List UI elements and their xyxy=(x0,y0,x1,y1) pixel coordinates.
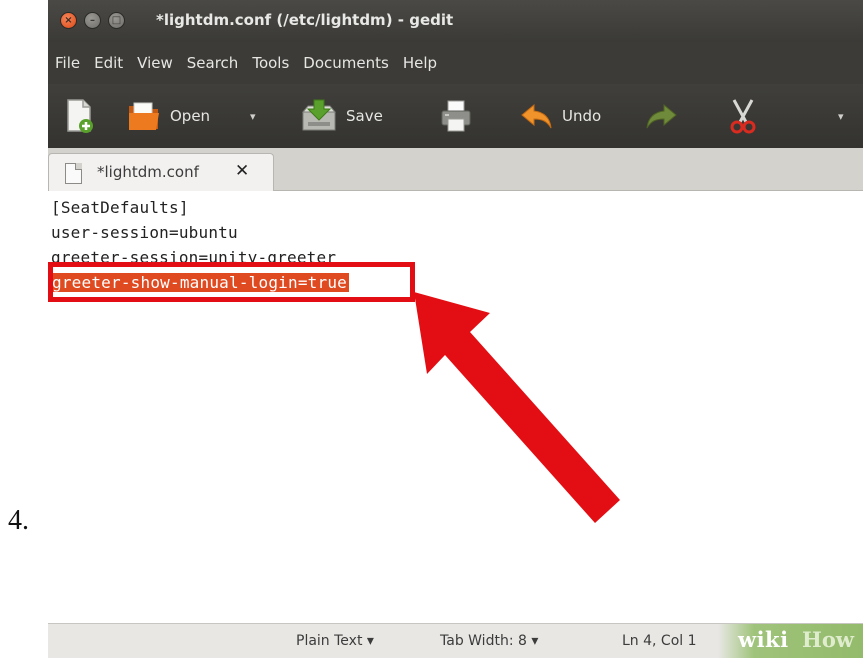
annotation-arrow xyxy=(414,292,620,523)
